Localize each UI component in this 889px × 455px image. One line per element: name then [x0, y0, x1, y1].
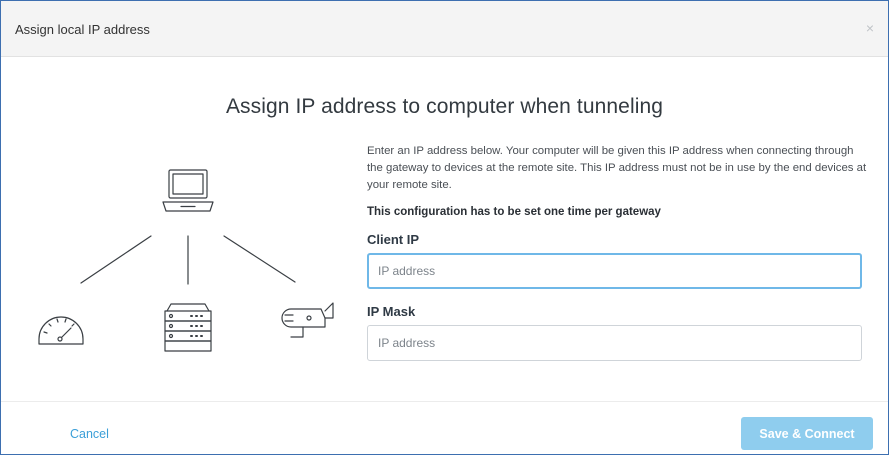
ip-mask-input[interactable]	[367, 325, 862, 361]
assign-ip-dialog: Assign local IP address × Assign IP addr…	[0, 0, 889, 455]
close-icon[interactable]: ×	[866, 21, 874, 35]
cancel-button[interactable]: Cancel	[70, 427, 109, 441]
laptop-icon	[162, 169, 214, 212]
save-and-connect-button[interactable]: Save & Connect	[741, 417, 873, 450]
ip-mask-label: IP Mask	[367, 304, 416, 319]
config-note: This configuration has to be set one tim…	[367, 206, 661, 218]
dialog-header: Assign local IP address ×	[1, 1, 888, 57]
footer-divider	[1, 401, 888, 402]
client-ip-label: Client IP	[367, 232, 420, 247]
server-rack-icon	[164, 303, 212, 352]
gauge-icon	[38, 316, 84, 345]
dialog-title: Assign local IP address	[15, 22, 150, 37]
camera-icon	[281, 302, 334, 338]
page-heading: Assign IP address to computer when tunne…	[225, 95, 664, 118]
network-illustration	[38, 169, 334, 352]
description-text: Enter an IP address below. Your computer…	[367, 145, 867, 191]
client-ip-input[interactable]	[367, 253, 862, 289]
connector-lines	[80, 235, 296, 285]
